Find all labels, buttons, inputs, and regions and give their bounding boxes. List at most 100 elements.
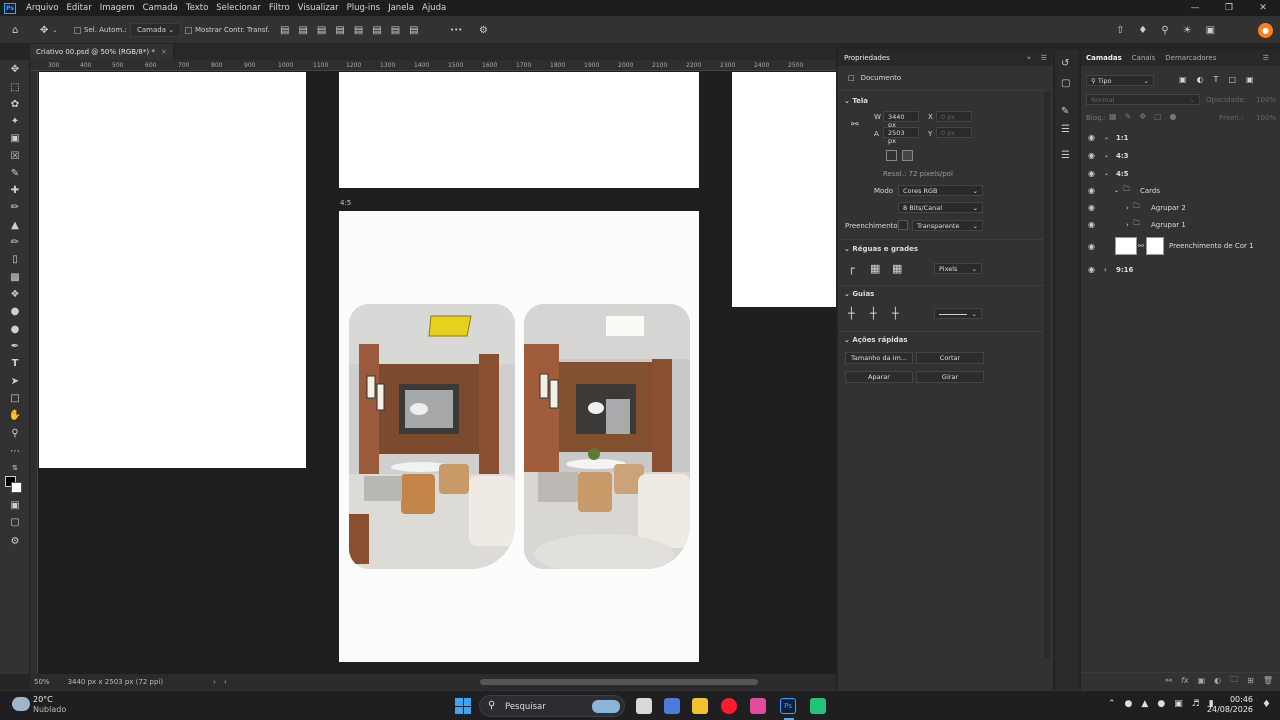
new-layer-icon[interactable]: ⊞: [1247, 676, 1254, 685]
distribute-v-icon[interactable]: ▤: [409, 25, 418, 36]
new-guide-icon[interactable]: ┼: [870, 307, 877, 320]
opera-icon[interactable]: [721, 698, 737, 714]
crop-button[interactable]: Cortar: [916, 352, 984, 364]
menu-camada[interactable]: Camada: [139, 3, 182, 13]
type-tool-icon[interactable]: T: [7, 356, 23, 370]
x-field[interactable]: 0 px: [936, 111, 972, 122]
more-options-button[interactable]: •••: [450, 16, 462, 44]
layer-row[interactable]: ◉ ⌄ 4:3: [1081, 147, 1280, 164]
auto-select-dropdown[interactable]: Camada ⌄: [130, 16, 182, 44]
distribute-icon[interactable]: ▤: [391, 25, 400, 36]
portrait-orientation-icon[interactable]: [886, 150, 897, 161]
menu-arquivo[interactable]: Arquivo: [22, 3, 63, 13]
menu-ajuda[interactable]: Ajuda: [418, 3, 450, 13]
taskbar-search-box[interactable]: ⚲ Pesquisar: [479, 695, 625, 717]
trim-button[interactable]: Aparar: [845, 371, 913, 383]
lock-all-icon[interactable]: ●: [1170, 112, 1177, 121]
hand-tool-icon[interactable]: ✋: [7, 408, 23, 422]
auto-select-checkbox[interactable]: Sel. Autom.:: [74, 16, 127, 44]
app-icon[interactable]: [750, 698, 766, 714]
brush-settings-icon[interactable]: ✎: [1061, 106, 1069, 117]
network-icon[interactable]: ▣: [1174, 699, 1183, 709]
menu-selecionar[interactable]: Selecionar: [212, 3, 265, 13]
image-size-button[interactable]: Tamanho da im...: [845, 352, 913, 364]
clock-time[interactable]: 00:46: [1221, 695, 1253, 704]
bell-icon[interactable]: ♦: [1138, 25, 1147, 36]
dodge-tool-icon[interactable]: ●: [7, 304, 23, 318]
tray-app-icon[interactable]: ▲: [1141, 699, 1148, 709]
microphone-icon[interactable]: ●: [1157, 699, 1165, 709]
chevron-down-icon[interactable]: ⌄: [1104, 170, 1109, 177]
mode-dropdown[interactable]: Cores RGB ⌄: [898, 185, 983, 196]
move-tool-icon[interactable]: ✥: [7, 62, 23, 76]
layer-row[interactable]: ◉ ⌄ 1:1: [1081, 129, 1280, 146]
visibility-eye-icon[interactable]: ◉: [1088, 220, 1095, 229]
guide-icon[interactable]: ┼: [848, 307, 855, 320]
panel-menu-icon[interactable]: ☰: [1041, 54, 1047, 62]
adjustment-filter-icon[interactable]: ◐: [1197, 75, 1204, 84]
type-filter-icon[interactable]: T: [1214, 75, 1219, 84]
healing-brush-icon[interactable]: ✚: [7, 183, 23, 197]
pen-tool-icon[interactable]: ✒: [7, 339, 23, 353]
align-middle-icon[interactable]: ▤: [354, 25, 363, 36]
tab-channels[interactable]: Canais: [1127, 54, 1161, 62]
artboard-4-5[interactable]: [339, 211, 699, 662]
burn-tool-icon[interactable]: ●: [7, 322, 23, 336]
pixel-grid-icon[interactable]: ▦: [892, 262, 902, 275]
history-brush-icon[interactable]: ✏: [7, 235, 23, 249]
link-dimensions-icon[interactable]: ⚯: [851, 120, 859, 130]
lock-artboard-icon[interactable]: □: [1154, 112, 1162, 121]
search-icon[interactable]: ⚲: [1161, 25, 1168, 36]
visibility-eye-icon[interactable]: ◉: [1088, 169, 1095, 178]
marquee-tool-icon[interactable]: ⬚: [7, 80, 23, 94]
restore-icon[interactable]: ❐: [1212, 0, 1246, 16]
layer-filter-dropdown[interactable]: ⚲ Tipo ⌄: [1086, 75, 1154, 86]
weather-condition[interactable]: Nublado: [33, 705, 66, 714]
fill-dropdown[interactable]: Transparente ⌄: [912, 220, 983, 231]
horizontal-scrollbar[interactable]: [480, 679, 758, 685]
shape-filter-icon[interactable]: □: [1228, 75, 1236, 84]
bits-dropdown[interactable]: 8 Bits/Canal ⌄: [898, 202, 983, 213]
clock-date[interactable]: 24/08/2026: [1206, 705, 1253, 714]
menu-editar[interactable]: Editar: [63, 3, 96, 13]
discover-icon[interactable]: ☀: [1183, 25, 1192, 36]
align-bottom-icon[interactable]: ▤: [372, 25, 381, 36]
status-expand-icon[interactable]: ›: [213, 678, 216, 686]
align-left-icon[interactable]: ▤: [280, 25, 289, 36]
layer-row[interactable]: ◉ ⌄ 4:5: [1081, 165, 1280, 182]
opacity-field[interactable]: 100%: [1256, 96, 1276, 104]
task-view-icon[interactable]: [636, 698, 652, 714]
crop-tool-icon[interactable]: ▣: [7, 131, 23, 145]
artboard-9-16[interactable]: [732, 72, 836, 307]
minimize-icon[interactable]: —: [1178, 0, 1212, 16]
photoshop-logo[interactable]: Ps: [4, 2, 16, 14]
fx-icon[interactable]: fx: [1181, 676, 1189, 685]
menu-texto[interactable]: Texto: [182, 3, 212, 13]
edit-toolbar-icon[interactable]: ⚙: [7, 534, 23, 548]
layer-row[interactable]: ◉ › 🗀 Agrupar 1: [1081, 216, 1280, 233]
home-icon[interactable]: ⌂: [12, 16, 18, 44]
artboard-4-3[interactable]: [339, 72, 699, 188]
visibility-eye-icon[interactable]: ◉: [1088, 203, 1095, 212]
lasso-tool-icon[interactable]: ✿: [7, 97, 23, 111]
chevron-down-icon[interactable]: ⌄: [1104, 134, 1109, 141]
visibility-eye-icon[interactable]: ◉: [1088, 186, 1095, 195]
tab-paths[interactable]: Demarcadores: [1160, 54, 1221, 62]
align-right-icon[interactable]: ▤: [317, 25, 326, 36]
windows-start-icon[interactable]: [455, 698, 471, 714]
layer-row[interactable]: ◉ ⌄ 🗀 Cards: [1081, 182, 1280, 199]
frame-tool-icon[interactable]: ☒: [7, 149, 23, 163]
pixel-filter-icon[interactable]: ▣: [1179, 75, 1187, 84]
artboard-label-4-5[interactable]: 4:5: [340, 199, 351, 207]
align-center-icon[interactable]: ▤: [298, 25, 307, 36]
close-tab-icon[interactable]: ×: [161, 48, 167, 56]
lock-transparency-icon[interactable]: ▦: [1109, 112, 1117, 121]
new-group-icon[interactable]: 🗀: [1230, 674, 1238, 688]
adjustment-layer-icon[interactable]: ◐: [1214, 676, 1221, 685]
workspace-icon[interactable]: ▣: [1206, 25, 1215, 36]
canvas-section-header[interactable]: ⌄ Tela: [844, 97, 868, 105]
menu-filtro[interactable]: Filtro: [265, 3, 294, 13]
weather-temperature[interactable]: 20°C: [33, 695, 53, 704]
notifications-icon[interactable]: ♦: [1262, 699, 1271, 710]
blend-mode-dropdown[interactable]: Normal ⌄: [1086, 94, 1200, 105]
